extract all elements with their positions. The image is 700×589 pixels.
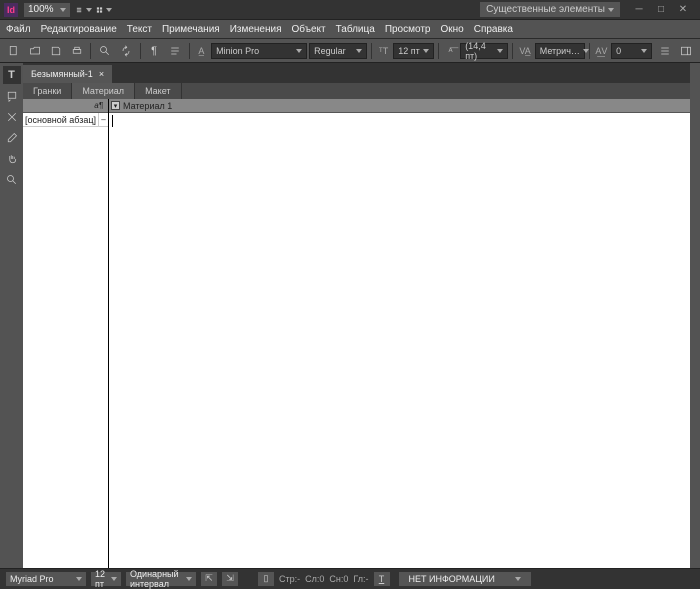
menu-text[interactable]: Текст: [127, 24, 152, 35]
menu-lines-icon[interactable]: [656, 42, 675, 60]
footer-spacing-dropdown[interactable]: Одинарный интервал: [126, 572, 196, 586]
paragraph-icon[interactable]: ¶: [145, 42, 164, 60]
cut-tool[interactable]: [3, 108, 21, 126]
menu-notes[interactable]: Примечания: [162, 24, 220, 35]
tool-rail: T: [0, 63, 23, 568]
leading-icon: ᴬ͞: [444, 44, 457, 58]
story-title: Материал 1: [123, 101, 172, 111]
tab-story[interactable]: Материал: [72, 83, 135, 99]
story-editor[interactable]: [109, 113, 690, 568]
track-changes-icon[interactable]: [117, 42, 136, 60]
kerning-icon: VA̲: [518, 44, 531, 58]
toggle-icon[interactable]: ▯: [258, 572, 274, 586]
workspace-dropdown[interactable]: Существенные элементы: [480, 2, 620, 17]
maximize-button[interactable]: □: [652, 4, 670, 16]
style-column-header[interactable]: a¶: [23, 99, 108, 113]
menu-window[interactable]: Окно: [440, 24, 463, 35]
status-bar: Myriad Pro 12 пт Одинарный интервал ⇱ ⇲ …: [0, 568, 700, 588]
eyedropper-tool[interactable]: [3, 129, 21, 147]
doc-tab-title: Безымянный-1: [31, 69, 93, 79]
chevron-down-icon: [60, 8, 66, 12]
zoom-tool[interactable]: [3, 171, 21, 189]
print-icon[interactable]: [67, 42, 86, 60]
app-icon: Id: [4, 3, 18, 17]
close-button[interactable]: ✕: [674, 4, 692, 16]
footer-font-dropdown[interactable]: Myriad Pro: [6, 572, 86, 586]
menu-object[interactable]: Объект: [292, 24, 326, 35]
chevron-down-icon: [106, 8, 112, 12]
leading-dropdown[interactable]: (14,4 пт): [460, 43, 508, 59]
tab-galleys[interactable]: Гранки: [23, 83, 72, 99]
chevron-down-icon: [86, 8, 92, 12]
style-row[interactable]: [основной абзац] –: [23, 113, 108, 127]
panel-toggle-icon[interactable]: [677, 42, 696, 60]
size-icon: ᵀT: [377, 44, 390, 58]
kerning-dropdown[interactable]: Метрич…: [535, 43, 585, 59]
menu-edit[interactable]: Редактирование: [41, 24, 117, 35]
control-toolbar: ¶ A̲ Minion Pro Regular ᵀT 12 пт ᴬ͞ (14,…: [0, 39, 700, 63]
search-icon[interactable]: [95, 42, 114, 60]
font-family-dropdown[interactable]: Minion Pro: [211, 43, 307, 59]
tracking-dropdown[interactable]: 0: [611, 43, 652, 59]
menu-help[interactable]: Справка: [474, 24, 513, 35]
char-icon: A̲: [195, 44, 208, 58]
workspace-label: Существенные элементы: [486, 4, 605, 15]
panel-dock[interactable]: [690, 63, 700, 568]
open-icon[interactable]: [25, 42, 44, 60]
hand-tool[interactable]: [3, 150, 21, 168]
lines-icon[interactable]: [166, 42, 185, 60]
status-info[interactable]: НЕТ ИНФОРМАЦИИ: [399, 572, 531, 586]
status-chars: Сн:0: [329, 574, 348, 584]
text-cursor: [112, 115, 113, 127]
type-tool[interactable]: T: [3, 66, 21, 84]
style-config-icon[interactable]: a¶: [94, 101, 103, 110]
status-page: Стр:-: [279, 574, 300, 584]
tab-layout[interactable]: Макет: [135, 83, 181, 99]
tracking-icon: A͟V: [595, 44, 608, 58]
new-icon[interactable]: [4, 42, 23, 60]
status-words: Сл:0: [305, 574, 324, 584]
font-style-dropdown[interactable]: Regular: [309, 43, 367, 59]
info-icon[interactable]: T: [374, 572, 390, 586]
menu-changes[interactable]: Изменения: [230, 24, 282, 35]
status-lines: Гл:-: [353, 574, 368, 584]
story-checkbox-icon[interactable]: ▾: [111, 101, 120, 110]
view-icon[interactable]: [76, 3, 92, 17]
zoom-value: 100%: [28, 4, 54, 15]
menu-bar: Файл Редактирование Текст Примечания Изм…: [0, 20, 700, 39]
note-tool[interactable]: [3, 87, 21, 105]
collapse-icon[interactable]: ⇲: [222, 572, 238, 586]
save-icon[interactable]: [46, 42, 65, 60]
style-name: [основной абзац]: [23, 113, 98, 126]
chevron-down-icon: [608, 8, 614, 12]
style-column: a¶ [основной абзац] –: [23, 99, 109, 568]
menu-view[interactable]: Просмотр: [385, 24, 431, 35]
document-tab[interactable]: Безымянный-1 ×: [23, 65, 112, 83]
story-header[interactable]: ▾ Материал 1: [109, 99, 690, 113]
expand-icon[interactable]: ⇱: [201, 572, 217, 586]
arrange-icon[interactable]: [96, 3, 112, 17]
menu-file[interactable]: Файл: [6, 24, 31, 35]
menu-table[interactable]: Таблица: [336, 24, 375, 35]
font-size-dropdown[interactable]: 12 пт: [393, 43, 434, 59]
footer-size-dropdown[interactable]: 12 пт: [91, 572, 121, 586]
minimize-button[interactable]: ─: [630, 4, 648, 16]
zoom-dropdown[interactable]: 100%: [24, 3, 70, 17]
style-marker: –: [98, 113, 108, 126]
close-tab-icon[interactable]: ×: [99, 69, 104, 79]
